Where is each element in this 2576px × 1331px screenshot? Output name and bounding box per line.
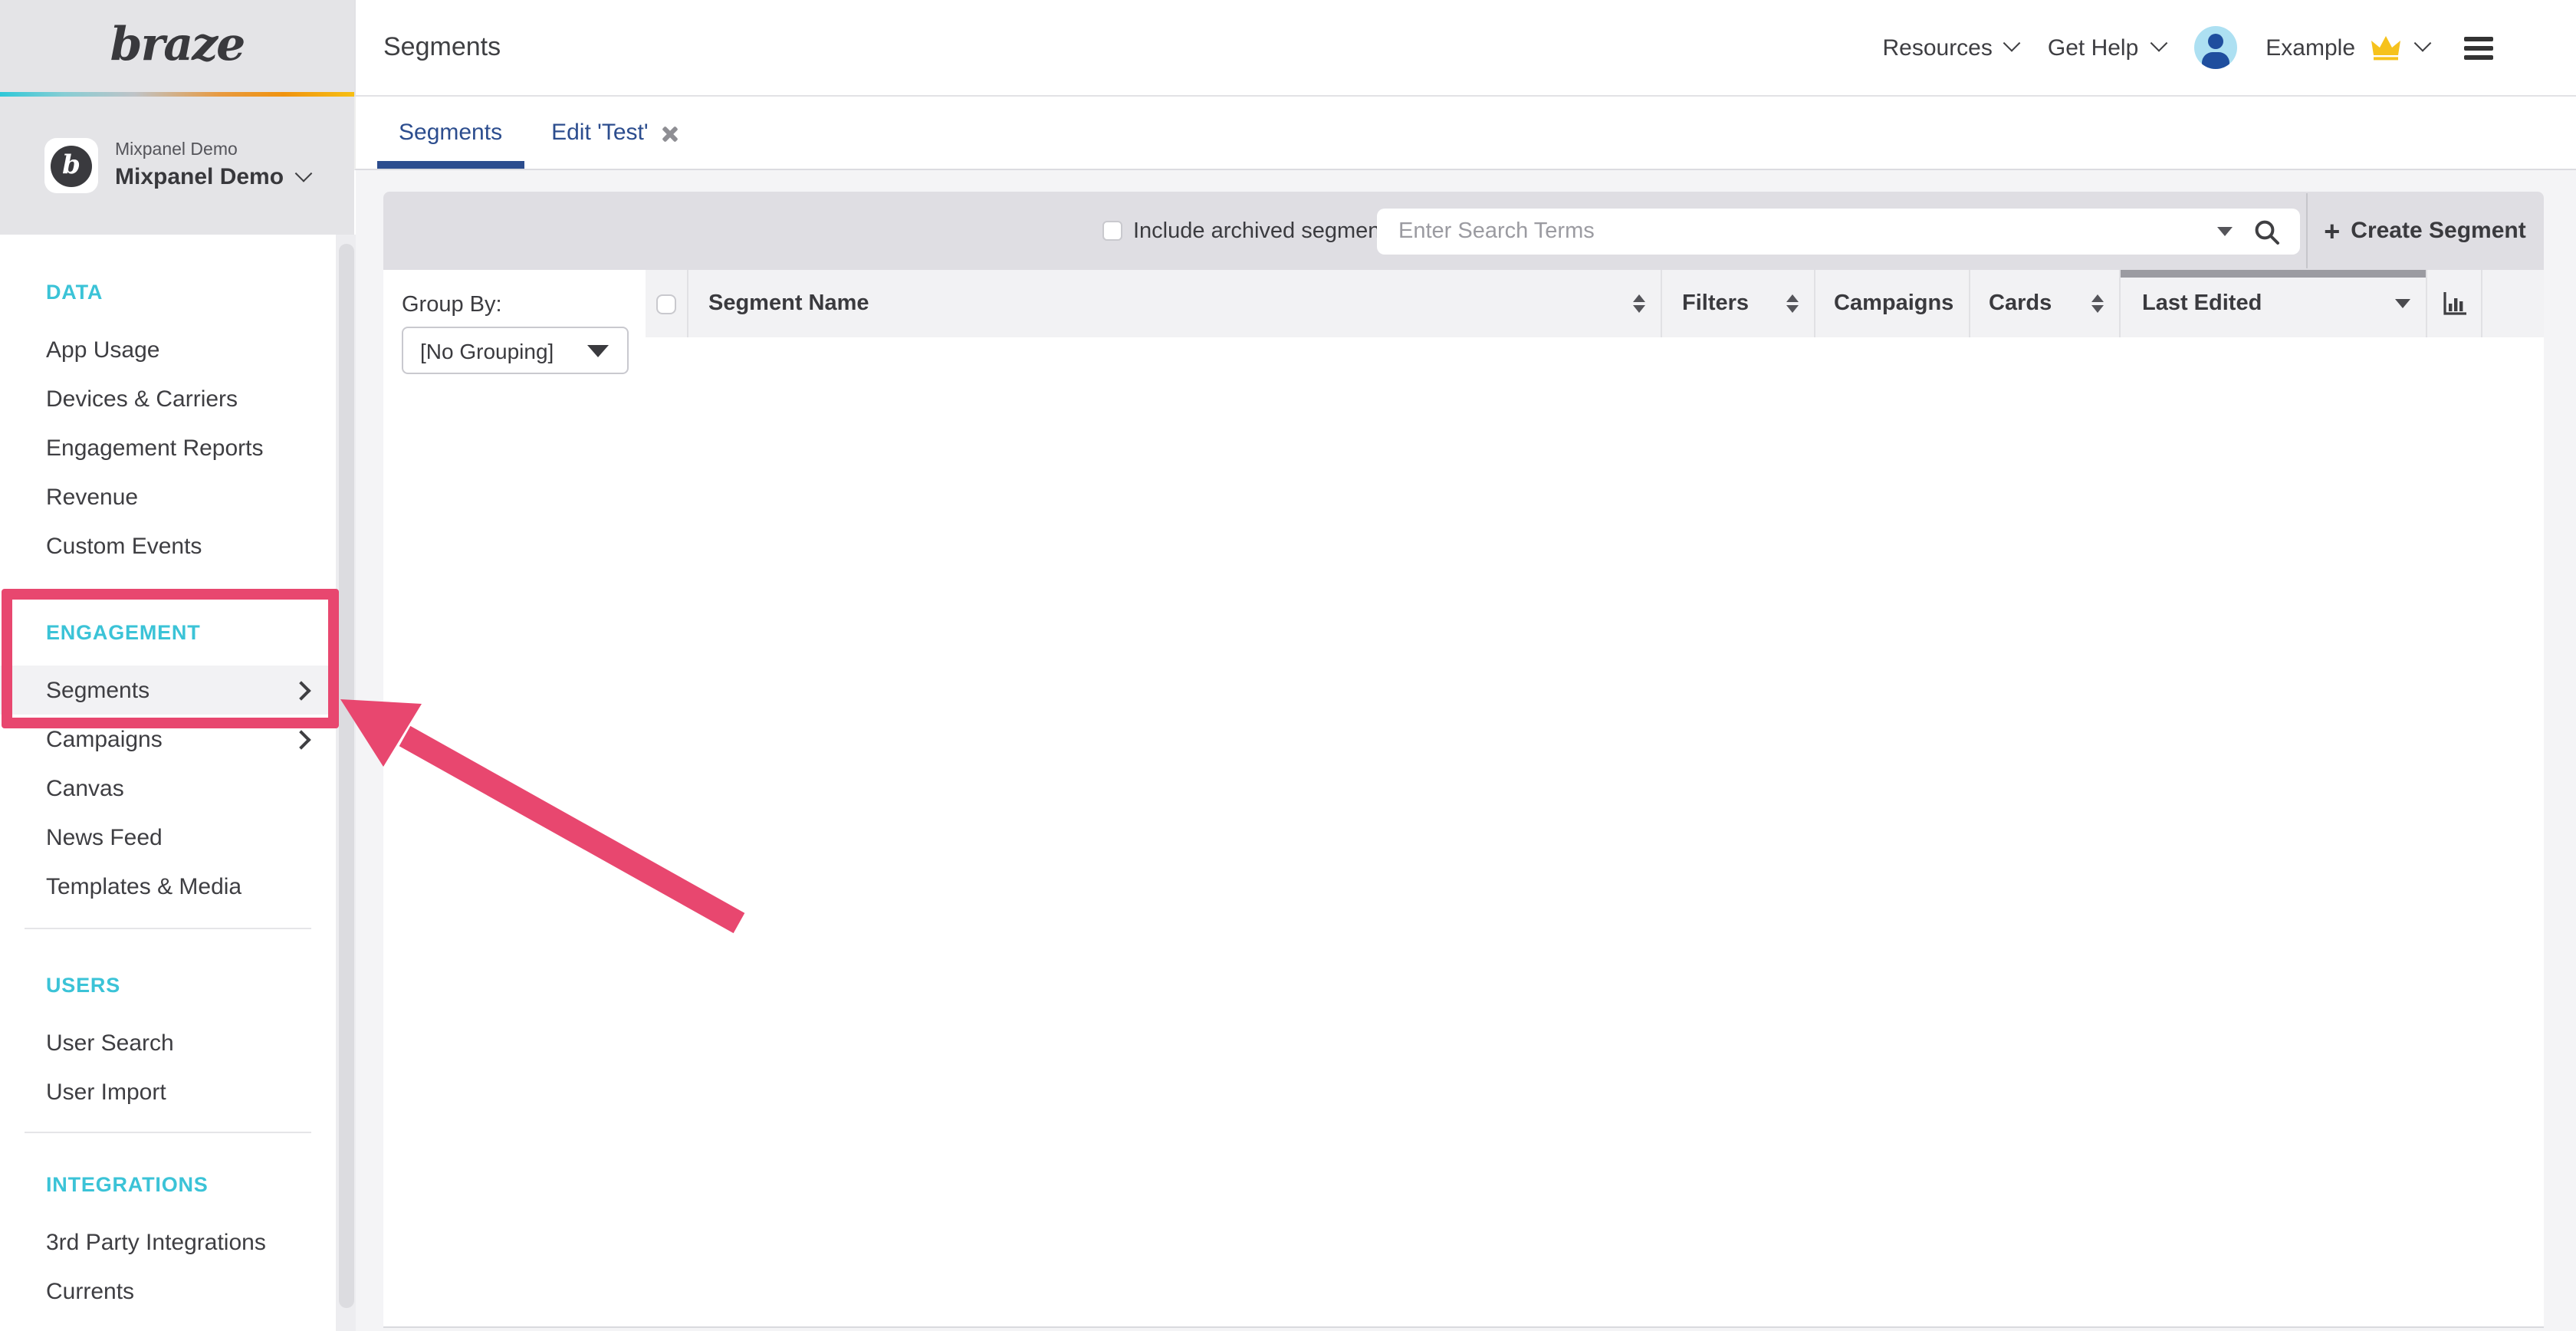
sort-icon[interactable] — [1633, 294, 1645, 313]
sidebar-section-integrations: INTEGRATIONS — [0, 1159, 336, 1208]
tab-edit-test[interactable]: Edit 'Test' — [530, 97, 701, 169]
column-cards[interactable]: Cards — [1969, 270, 2119, 337]
sidebar-item-user-search[interactable]: User Search — [0, 1018, 336, 1067]
sidebar-section-data: DATA — [0, 267, 336, 316]
column-last-edited[interactable]: Last Edited — [2119, 270, 2426, 337]
chevron-down-icon — [295, 164, 313, 182]
column-chart-toggle[interactable] — [2426, 270, 2481, 337]
chevron-down-icon — [2004, 35, 2022, 52]
column-campaigns[interactable]: Campaigns — [1814, 270, 1969, 337]
plus-icon: + — [2324, 217, 2340, 245]
segments-pane: Include archived segments + Create Segme… — [383, 192, 2544, 1328]
dropdown-arrow-icon — [587, 344, 609, 357]
chevron-down-icon — [2414, 35, 2432, 52]
resources-menu[interactable]: Resources — [1882, 35, 2018, 61]
sidebar-item-revenue[interactable]: Revenue — [0, 472, 336, 521]
workspace-switcher[interactable]: b Mixpanel Demo Mixpanel Demo — [0, 97, 354, 235]
sidebar-item-user-import[interactable]: User Import — [0, 1067, 336, 1116]
segments-table-header: Segment Name Filters Campaigns Cards Las… — [646, 270, 2544, 337]
select-all-cell — [646, 270, 687, 337]
braze-logo[interactable]: braze — [0, 0, 354, 89]
sort-icon[interactable] — [2091, 294, 2104, 313]
user-name: Example — [2266, 35, 2355, 61]
group-by-select[interactable]: [No Grouping] — [402, 327, 629, 374]
workspace-name: Mixpanel Demo — [115, 164, 284, 190]
search-dropdown-caret-icon[interactable] — [2217, 227, 2233, 236]
workspace-app-label: Mixpanel Demo — [115, 141, 310, 159]
search-box — [1377, 209, 2300, 255]
select-all-checkbox[interactable] — [656, 294, 676, 314]
tab-segments[interactable]: Segments — [377, 97, 524, 169]
sidebar-item-3rd-party-integrations[interactable]: 3rd Party Integrations — [0, 1218, 336, 1267]
sidebar-section-users: USERS — [0, 960, 336, 1009]
sidebar-divider — [25, 1132, 311, 1133]
braze-dashboard: braze b Mixpanel Demo Mixpanel Demo DATA… — [0, 0, 2576, 1331]
column-segment-name[interactable]: Segment Name — [687, 270, 1661, 337]
sidebar: DATA App Usage Devices & Carriers Engage… — [0, 235, 336, 1331]
search-input[interactable] — [1377, 219, 2211, 244]
user-account-menu[interactable]: Example — [2266, 34, 2429, 61]
column-filters[interactable]: Filters — [1661, 270, 1814, 337]
sidebar-brand-area: braze b Mixpanel Demo Mixpanel Demo — [0, 0, 354, 235]
group-by-value: [No Grouping] — [403, 338, 554, 363]
create-segment-button[interactable]: + Create Segment — [2306, 192, 2544, 270]
get-help-menu[interactable]: Get Help — [2048, 35, 2164, 61]
sidebar-item-app-usage[interactable]: App Usage — [0, 325, 336, 374]
sidebar-item-currents[interactable]: Currents — [0, 1267, 336, 1316]
column-spacer — [2481, 270, 2544, 337]
hamburger-menu-icon[interactable] — [2464, 36, 2493, 59]
sidebar-item-news-feed[interactable]: News Feed — [0, 813, 336, 862]
segments-table-body — [646, 337, 2544, 1326]
workspace-initial: b — [51, 145, 92, 186]
sidebar-scrollbar-track[interactable] — [336, 235, 357, 1331]
workspace-icon: b — [44, 138, 98, 193]
chevron-down-icon — [2150, 35, 2167, 52]
sort-direction-caret-icon — [2395, 299, 2410, 308]
sidebar-item-devices-carriers[interactable]: Devices & Carriers — [0, 374, 336, 423]
sidebar-item-canvas[interactable]: Canvas — [0, 764, 336, 813]
include-archived-checkbox[interactable] — [1102, 221, 1122, 241]
search-icon[interactable] — [2254, 219, 2280, 245]
sidebar-item-custom-events[interactable]: Custom Events — [0, 521, 336, 570]
group-by-label: Group By: — [402, 293, 502, 317]
crown-icon — [2369, 34, 2403, 61]
chevron-right-icon — [291, 729, 310, 748]
tab-bar: Segments Edit 'Test' — [354, 97, 2576, 170]
sidebar-scrollbar-thumb[interactable] — [339, 244, 354, 1308]
sorted-column-indicator — [2121, 270, 2426, 278]
close-icon[interactable] — [661, 123, 679, 142]
page-title: Segments — [383, 32, 501, 63]
content-area: Include archived segments + Create Segme… — [356, 170, 2576, 1331]
include-archived-label: Include archived segments — [1133, 219, 1398, 243]
user-avatar[interactable] — [2193, 26, 2236, 69]
segments-toolbar: Include archived segments + Create Segme… — [383, 192, 2544, 270]
sidebar-item-engagement-reports[interactable]: Engagement Reports — [0, 423, 336, 472]
sort-icon[interactable] — [1786, 294, 1799, 313]
annotation-highlight-box — [2, 589, 339, 728]
top-header: Segments Resources Get Help Example — [354, 0, 2576, 97]
sidebar-divider — [25, 928, 311, 929]
sidebar-item-templates-media[interactable]: Templates & Media — [0, 862, 336, 911]
bar-chart-icon — [2442, 291, 2466, 316]
group-by-panel: Group By: [No Grouping] — [383, 270, 647, 1326]
